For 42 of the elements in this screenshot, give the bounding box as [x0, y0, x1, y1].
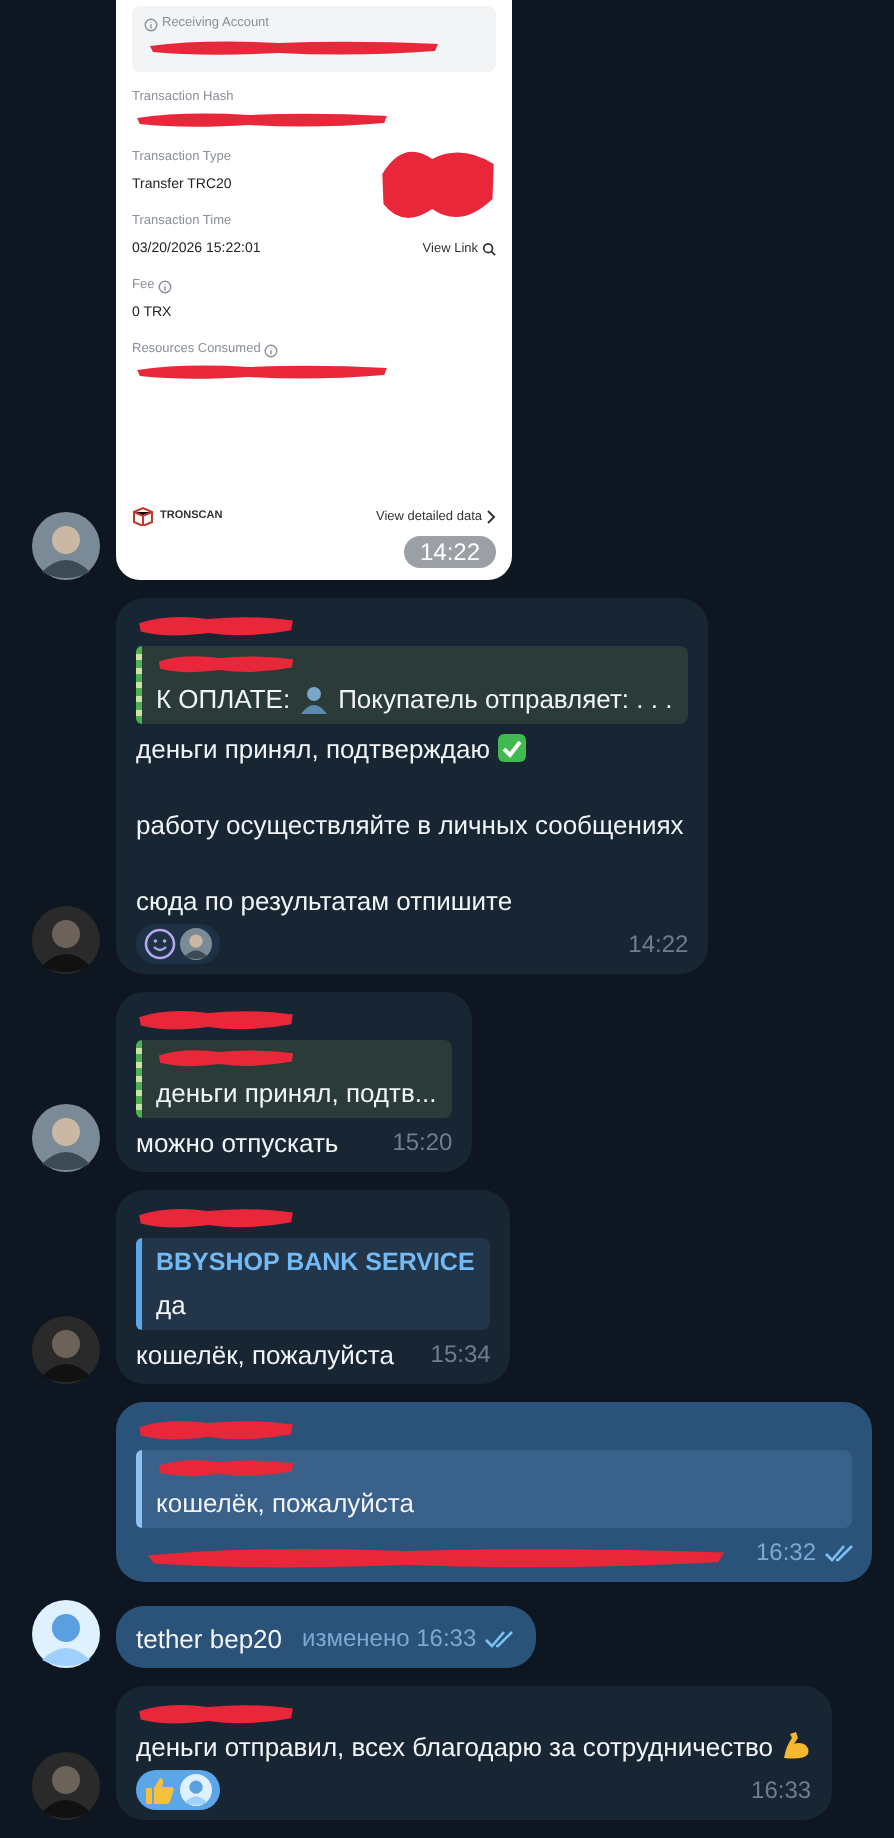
avatar	[32, 906, 100, 974]
flexed-arm-icon	[779, 1730, 812, 1762]
quoted-text: Покупатель отправляет: . . .	[338, 682, 673, 718]
avatar	[32, 1600, 100, 1668]
message-time: 14:22	[628, 928, 689, 962]
avatar	[32, 512, 100, 580]
message-time: 15:20	[392, 1126, 453, 1160]
reply-quote[interactable]: К ОПЛАТЕ: Покупатель отправляет: . . .	[136, 646, 689, 724]
info-icon	[144, 17, 158, 31]
message-text: можно отпускать	[136, 1128, 339, 1158]
message-time: изменено 16:33	[302, 1622, 477, 1656]
smiley-icon	[144, 928, 176, 960]
quoted-text: К ОПЛАТЕ:	[156, 682, 291, 718]
message-text: сюда по результатам отпишите	[136, 886, 513, 916]
message-time: 16:33	[751, 1774, 812, 1808]
message-text: деньги принял, подтверждаю	[136, 734, 490, 764]
avatar	[32, 1752, 100, 1820]
reaction-chip[interactable]	[136, 1770, 220, 1810]
message-time: 15:34	[430, 1338, 491, 1372]
quoted-text: деньги принял, подтв...	[156, 1076, 437, 1112]
avatar	[32, 1316, 100, 1384]
reply-quote[interactable]: деньги принял, подтв...	[136, 1040, 453, 1118]
avatar	[180, 928, 212, 960]
quoted-sender: BBYSHOP BANK SERVICE	[156, 1246, 475, 1280]
message-text: деньги отправил, всех благодарю за сотрудничество	[136, 1732, 774, 1762]
message-text: кошелёк, пожалуйста	[136, 1340, 394, 1370]
chevron-icon	[486, 509, 496, 523]
message-text: tether bep20	[136, 1624, 283, 1654]
avatar	[180, 1774, 212, 1806]
avatar	[32, 1104, 100, 1172]
quoted-text: кошелёк, пожалуйста	[156, 1486, 414, 1522]
message-text: работу осуществляйте в личных сообщениях	[136, 810, 684, 840]
quoted-text: да	[156, 1288, 186, 1324]
message-time: 14:22	[403, 536, 496, 568]
search-icon	[482, 242, 496, 256]
check-icon	[495, 732, 528, 764]
message-time: 16:32	[756, 1536, 817, 1570]
reaction-chip[interactable]	[136, 924, 220, 964]
thumbs-up-icon	[144, 1774, 176, 1806]
cube-logo-icon	[132, 506, 154, 526]
reply-quote[interactable]: кошелёк, пожалуйста	[136, 1450, 852, 1528]
person-icon	[298, 683, 331, 715]
